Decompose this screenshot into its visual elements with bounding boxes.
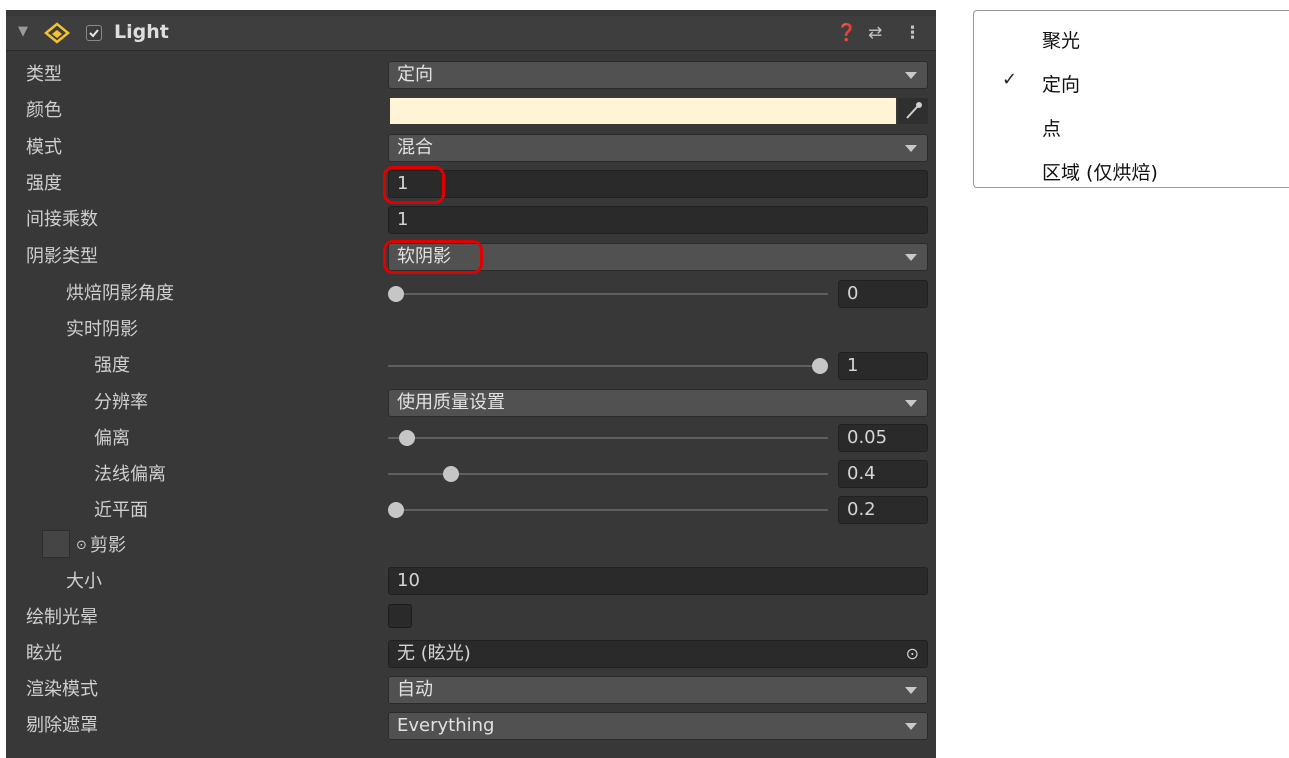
- chevron-down-icon: [905, 72, 917, 79]
- slider-track: [388, 365, 820, 367]
- slider-track: [398, 509, 828, 511]
- intensity-highlight: [383, 166, 445, 204]
- flare-label: 眩光: [26, 643, 62, 664]
- more-menu-icon[interactable]: ⋮: [904, 22, 921, 44]
- type-dropdown[interactable]: 定向: [388, 61, 928, 89]
- shadow-strength-label: 强度: [94, 355, 130, 376]
- menu-item-area[interactable]: 区域 (仅烘焙): [974, 149, 1289, 193]
- normal-bias-slider[interactable]: [388, 460, 828, 488]
- render-mode-value: 自动: [397, 679, 433, 700]
- realtime-shadows-label: 实时阴影: [66, 319, 138, 340]
- normal-bias-label: 法线偏离: [94, 464, 166, 485]
- culling-mask-dropdown[interactable]: Everything: [388, 712, 928, 740]
- color-swatch[interactable]: [390, 98, 896, 124]
- bias-label: 偏离: [94, 428, 130, 449]
- resolution-dropdown[interactable]: 使用质量设置: [388, 389, 928, 417]
- bias-slider[interactable]: [388, 424, 828, 452]
- slider-thumb[interactable]: [388, 286, 404, 302]
- near-plane-label: 近平面: [94, 500, 148, 521]
- baked-shadow-angle-value: 0: [847, 283, 859, 304]
- object-picker-icon[interactable]: ⊙: [76, 533, 87, 559]
- cookie-size-field[interactable]: 10: [388, 567, 928, 595]
- component-header[interactable]: ▼ Light ❓ ⇄ ⋮: [6, 16, 936, 51]
- shadow-strength-field[interactable]: 1: [838, 352, 928, 380]
- bias-field[interactable]: 0.05: [838, 424, 928, 452]
- menu-item-spot[interactable]: 聚光: [974, 17, 1289, 61]
- mode-label: 模式: [26, 137, 62, 158]
- help-icon[interactable]: ❓: [836, 22, 857, 44]
- indirect-multiplier-label: 间接乘数: [26, 209, 98, 230]
- menu-item-directional[interactable]: ✓ 定向: [974, 61, 1289, 105]
- type-label: 类型: [26, 64, 62, 85]
- render-mode-label: 渲染模式: [26, 679, 98, 700]
- slider-track: [388, 437, 828, 439]
- intensity-field[interactable]: 1: [388, 170, 928, 198]
- flare-value: 无 (眩光): [397, 643, 471, 664]
- component-enabled-checkbox[interactable]: [86, 25, 102, 41]
- chevron-down-icon: [905, 723, 917, 730]
- menu-item-label: 聚光: [1042, 30, 1081, 52]
- chevron-down-icon: [905, 687, 917, 694]
- color-label: 颜色: [26, 100, 62, 121]
- chevron-down-icon: [905, 400, 917, 407]
- baked-shadow-angle-slider[interactable]: [388, 280, 828, 308]
- check-icon: ✓: [1002, 69, 1018, 90]
- chevron-down-icon: [905, 254, 917, 261]
- near-plane-slider[interactable]: [388, 496, 828, 524]
- type-value: 定向: [397, 64, 433, 85]
- collapse-arrow-icon[interactable]: ▼: [18, 24, 28, 39]
- draw-halo-label: 绘制光晕: [26, 607, 98, 628]
- culling-mask-label: 剔除遮罩: [26, 715, 98, 736]
- baked-shadow-angle-field[interactable]: 0: [838, 280, 928, 308]
- mode-dropdown[interactable]: 混合: [388, 134, 928, 162]
- light-type-menu: 聚光 ✓ 定向 点 区域 (仅烘焙): [973, 10, 1289, 188]
- shadow-strength-slider[interactable]: [388, 352, 828, 380]
- cookie-size-value: 10: [397, 570, 420, 591]
- slider-thumb[interactable]: [398, 430, 415, 446]
- cookie-size-label: 大小: [66, 571, 102, 592]
- slider-thumb[interactable]: [443, 466, 460, 482]
- component-title: Light: [114, 21, 169, 43]
- shadow-strength-value: 1: [847, 355, 859, 376]
- shadow-type-highlight: [383, 240, 483, 274]
- menu-item-label: 区域 (仅烘焙): [1042, 162, 1158, 184]
- normal-bias-value: 0.4: [847, 463, 876, 484]
- slider-thumb[interactable]: [812, 358, 828, 374]
- indirect-multiplier-field[interactable]: 1: [388, 206, 928, 234]
- near-plane-value: 0.2: [847, 499, 876, 520]
- shadow-type-label: 阴影类型: [26, 246, 98, 267]
- object-picker-icon[interactable]: ⊙: [906, 641, 919, 667]
- flare-object-field[interactable]: 无 (眩光) ⊙: [388, 640, 928, 668]
- menu-item-label: 点: [1042, 118, 1062, 140]
- render-mode-dropdown[interactable]: 自动: [388, 676, 928, 704]
- mode-value: 混合: [397, 137, 433, 158]
- slider-track: [398, 293, 828, 295]
- near-plane-field[interactable]: 0.2: [838, 496, 928, 524]
- intensity-label: 强度: [26, 173, 62, 194]
- culling-mask-value: Everything: [397, 715, 495, 736]
- resolution-value: 使用质量设置: [397, 392, 505, 413]
- chevron-down-icon: [905, 145, 917, 152]
- normal-bias-field[interactable]: 0.4: [838, 460, 928, 488]
- baked-shadow-angle-label: 烘焙阴影角度: [66, 283, 174, 304]
- presets-icon[interactable]: ⇄: [868, 22, 882, 44]
- cookie-label: 剪影: [90, 535, 126, 556]
- resolution-label: 分辨率: [94, 392, 148, 413]
- menu-item-label: 定向: [1042, 74, 1081, 96]
- menu-item-point[interactable]: 点: [974, 105, 1289, 149]
- slider-thumb[interactable]: [388, 502, 404, 518]
- eyedropper-icon: [906, 102, 922, 119]
- eyedropper-button[interactable]: [898, 98, 928, 124]
- indirect-multiplier-value: 1: [397, 209, 409, 230]
- bias-value: 0.05: [847, 427, 888, 448]
- inspector-panel: ▼ Light ❓ ⇄ ⋮ 类型 定向 颜色 模式 混合 强度 1 间接乘数 1…: [6, 10, 936, 758]
- draw-halo-checkbox[interactable]: [388, 604, 412, 628]
- light-icon: [44, 22, 70, 44]
- cookie-texture-slot[interactable]: [42, 530, 70, 558]
